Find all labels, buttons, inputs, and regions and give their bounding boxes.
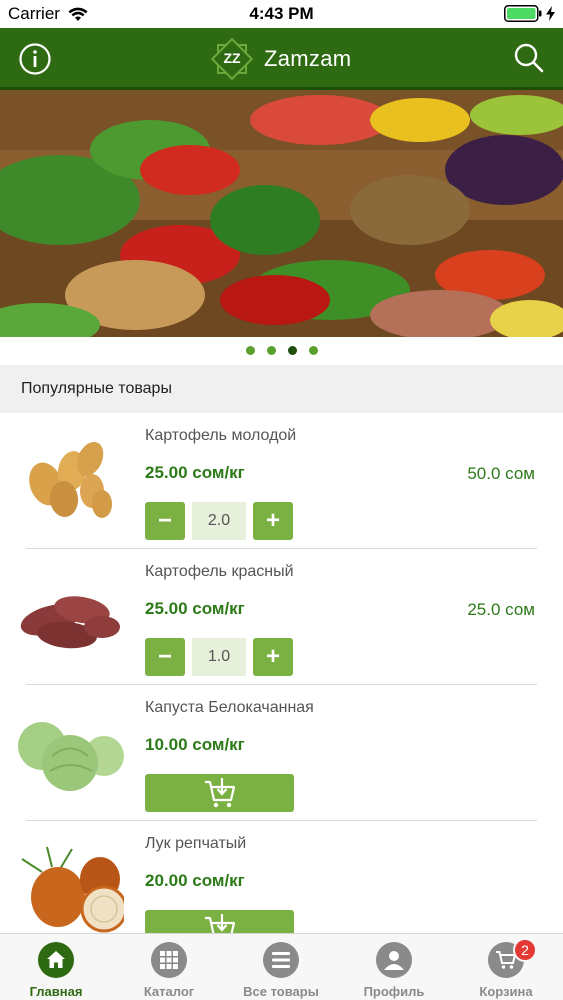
- tab-profile[interactable]: Профиль: [338, 934, 450, 1000]
- product-name[interactable]: Картофель молодой: [145, 427, 296, 445]
- quantity-value[interactable]: 1.0: [192, 638, 246, 676]
- carousel-dot[interactable]: [308, 346, 318, 355]
- product-price: 10.00 сом/кг: [145, 735, 245, 754]
- section-title: Популярные товары: [21, 380, 172, 397]
- charging-icon: [546, 6, 555, 21]
- product-item[interactable]: Картофель красный 25.00 сом/кг 25.0 сом …: [0, 549, 563, 685]
- carousel-dot-active[interactable]: [287, 346, 297, 355]
- quantity-stepper: − 2.0 +: [145, 502, 293, 540]
- product-price: 25.00 сом/кг: [145, 599, 245, 618]
- tab-cart[interactable]: 2 Корзина: [450, 934, 562, 1000]
- brand-logo: ZZ Zamzam: [208, 34, 351, 84]
- tab-label: Каталог: [143, 984, 195, 999]
- cart-count-badge: 2: [513, 938, 537, 962]
- increase-button[interactable]: +: [253, 638, 293, 676]
- tab-label: Главная: [29, 984, 83, 999]
- product-name[interactable]: Картофель красный: [145, 563, 294, 581]
- potato-image: [29, 441, 112, 518]
- search-icon[interactable]: [513, 42, 545, 74]
- tab-bar: Главная Каталог Все товары Профиль 2 Кор…: [0, 933, 563, 1000]
- tab-catalog[interactable]: Каталог: [113, 934, 225, 1000]
- info-icon[interactable]: [18, 42, 52, 76]
- red-potato-image: [20, 596, 120, 649]
- add-to-cart-icon: [204, 778, 235, 808]
- tab-label: Профиль: [363, 984, 425, 999]
- carousel-dot[interactable]: [266, 346, 276, 355]
- list-icon: [263, 942, 299, 978]
- carousel-dots[interactable]: [0, 346, 563, 355]
- increase-button[interactable]: +: [253, 502, 293, 540]
- vegetable-market-image: [0, 90, 563, 337]
- tab-label: Все товары: [243, 984, 319, 999]
- tab-home[interactable]: Главная: [0, 934, 112, 1000]
- onion-image: [21, 846, 124, 933]
- product-name[interactable]: Лук репчатый: [145, 835, 246, 853]
- product-total: 25.0 сом: [467, 600, 535, 619]
- product-item[interactable]: Капуста Белокачанная 10.00 сом/кг: [0, 685, 563, 821]
- section-header: Популярные товары: [0, 365, 563, 413]
- quantity-stepper: − 1.0 +: [145, 638, 293, 676]
- decrease-button[interactable]: −: [145, 502, 185, 540]
- battery-icon: [504, 5, 542, 22]
- zamzam-logo-icon: ZZ: [210, 37, 254, 81]
- promo-banner[interactable]: [0, 90, 563, 337]
- product-name[interactable]: Капуста Белокачанная: [145, 699, 314, 717]
- app-header: ZZ Zamzam: [0, 28, 563, 90]
- product-item[interactable]: Картофель молодой 25.00 сом/кг 50.0 сом …: [0, 413, 563, 549]
- carousel-dot[interactable]: [245, 346, 255, 355]
- add-to-cart-button[interactable]: [145, 774, 294, 812]
- home-icon: [38, 942, 74, 978]
- product-price: 20.00 сом/кг: [145, 871, 245, 890]
- grid-icon: [151, 942, 187, 978]
- decrease-button[interactable]: −: [145, 638, 185, 676]
- cabbage-image: [18, 722, 124, 791]
- quantity-value[interactable]: 2.0: [192, 502, 246, 540]
- status-time: 4:43 PM: [249, 4, 314, 23]
- product-total: 50.0 сом: [467, 464, 535, 483]
- status-bar: Carrier 4:43 PM: [0, 0, 563, 28]
- svg-text:ZZ: ZZ: [223, 50, 241, 66]
- tab-label: Корзина: [479, 984, 533, 999]
- product-price: 25.00 сом/кг: [145, 463, 245, 482]
- profile-icon: [376, 942, 412, 978]
- tab-all-products[interactable]: Все товары: [225, 934, 337, 1000]
- brand-name: Zamzam: [264, 46, 352, 71]
